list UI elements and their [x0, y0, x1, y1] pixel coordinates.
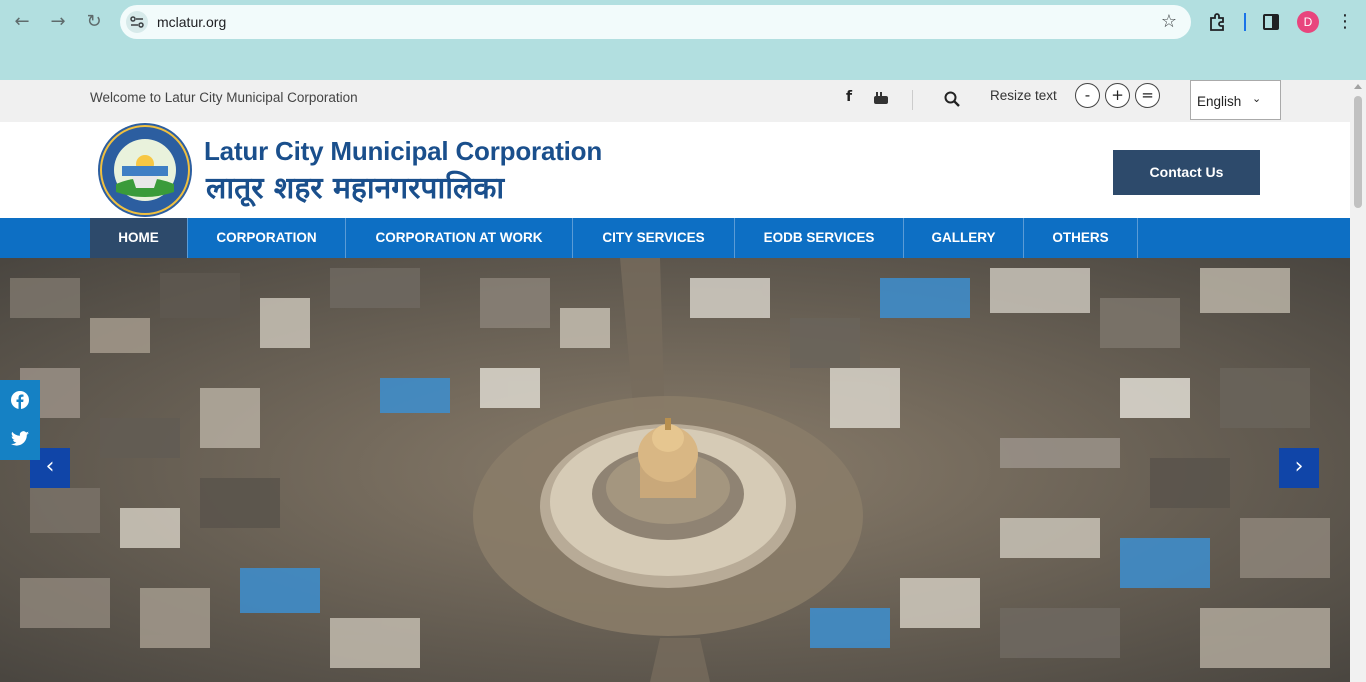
site-title-marathi: लातूर शहर महानगरपालिका — [206, 171, 505, 206]
bookmark-star-icon[interactable]: ☆ — [1161, 11, 1177, 32]
nav-item-gallery[interactable]: GALLERY — [904, 218, 1024, 258]
site-header: Latur City Municipal Corporation लातूर श… — [0, 122, 1350, 218]
nav-item-city-services[interactable]: CITY SERVICES — [573, 218, 735, 258]
browser-menu-icon[interactable]: ⋮ — [1336, 10, 1354, 34]
hero-carousel[interactable]: ‹ › — [0, 258, 1350, 682]
nav-item-corporation-at-work[interactable]: CORPORATION AT WORK — [346, 218, 573, 258]
facebook-icon[interactable]: f — [846, 89, 852, 105]
browser-toolbar: ← → ↻ mclatur.org ☆ D ⋮ — [0, 0, 1366, 44]
reload-icon[interactable]: ↻ — [82, 10, 106, 34]
scrollbar-thumb[interactable] — [1354, 96, 1362, 208]
contact-us-button[interactable]: Contact Us — [1113, 150, 1260, 195]
extensions-icon[interactable] — [1208, 12, 1228, 32]
municipal-seal-logo[interactable] — [96, 122, 194, 218]
back-arrow-icon[interactable]: ← — [10, 10, 34, 34]
top-utility-bar: Welcome to Latur City Municipal Corporat… — [0, 80, 1350, 122]
share-twitter-button[interactable] — [0, 420, 40, 460]
browser-chrome: ← → ↻ mclatur.org ☆ D ⋮ — [0, 0, 1366, 80]
site-info-icon[interactable] — [126, 11, 148, 33]
facebook-icon — [11, 391, 29, 409]
url-text: mclatur.org — [157, 14, 227, 30]
decrease-text-button[interactable]: - — [1075, 83, 1100, 108]
main-navigation: HOME CORPORATION CORPORATION AT WORK CIT… — [0, 218, 1350, 258]
nav-item-others[interactable]: OTHERS — [1024, 218, 1138, 258]
language-value: English — [1197, 94, 1242, 109]
scroll-up-arrow-icon[interactable] — [1354, 84, 1362, 89]
address-bar[interactable]: mclatur.org ☆ — [120, 5, 1191, 39]
language-select[interactable]: English ⌄ — [1190, 80, 1281, 120]
search-icon[interactable] — [944, 91, 960, 107]
increase-text-button[interactable]: + — [1105, 83, 1130, 108]
twitter-icon — [11, 431, 29, 446]
youtube-icon[interactable] — [874, 92, 888, 104]
nav-item-corporation[interactable]: CORPORATION — [188, 218, 346, 258]
nav-item-eodb-services[interactable]: EODB SERVICES — [735, 218, 904, 258]
page-scrollbar[interactable] — [1350, 80, 1366, 682]
carousel-next-button[interactable]: › — [1279, 448, 1319, 488]
divider — [912, 90, 913, 110]
toolbar-divider — [1244, 13, 1246, 31]
welcome-text: Welcome to Latur City Municipal Corporat… — [90, 90, 358, 105]
hero-aerial-image — [0, 258, 1350, 682]
side-panel-icon[interactable] — [1263, 14, 1279, 30]
forward-arrow-icon[interactable]: → — [46, 10, 70, 34]
share-facebook-button[interactable] — [0, 380, 40, 420]
site-title-english: Latur City Municipal Corporation — [204, 136, 603, 166]
web-page: Welcome to Latur City Municipal Corporat… — [0, 80, 1366, 682]
chevron-down-icon: ⌄ — [1252, 92, 1262, 105]
nav-item-home[interactable]: HOME — [90, 218, 188, 258]
reset-text-button[interactable]: = — [1135, 83, 1160, 108]
profile-avatar[interactable]: D — [1297, 11, 1319, 33]
resize-text-label: Resize text — [990, 88, 1057, 103]
